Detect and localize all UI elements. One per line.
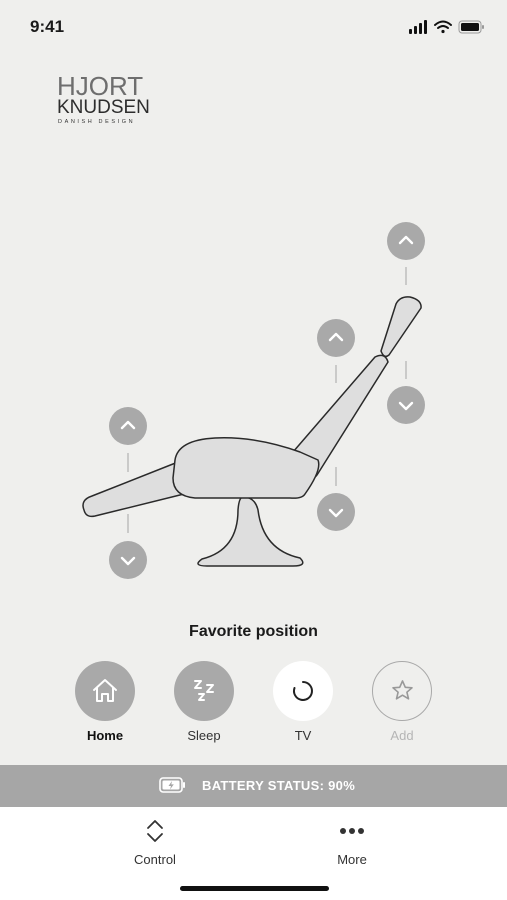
headrest-up-button[interactable] [387, 222, 425, 260]
favorite-position-title: Favorite position [189, 623, 318, 640]
preset-tv-button[interactable] [273, 661, 333, 721]
preset-home-button[interactable] [75, 661, 135, 721]
tab-control-label: Control [134, 852, 176, 867]
status-time: 9:41 [30, 17, 65, 36]
brand-logo: HJORT KNUDSEN DANISH DESIGN [57, 71, 167, 130]
star-icon [391, 680, 413, 700]
chevron-up-icon [398, 235, 414, 245]
chair-base [197, 496, 304, 567]
logo-line-1: HJORT [57, 71, 144, 101]
battery-charging-icon [159, 777, 185, 793]
chair-footrest [82, 461, 189, 518]
sleep-icon [194, 680, 214, 701]
battery-status-icon [458, 20, 484, 34]
chair-illustration [82, 267, 422, 567]
chevron-up-icon [328, 332, 344, 342]
backrest-down-button[interactable] [317, 493, 355, 531]
wifi-icon [434, 20, 452, 34]
logo-line-3: DANISH DESIGN [58, 119, 136, 125]
preset-home-label: Home [86, 728, 124, 743]
home-indicator[interactable] [180, 886, 329, 891]
chevron-down-icon [398, 401, 414, 411]
preset-add-button[interactable] [372, 661, 432, 721]
chevron-up-icon [120, 420, 136, 430]
tab-control[interactable]: Control [105, 819, 205, 867]
chevron-down-icon [328, 508, 344, 518]
battery-status-text: BATTERY STATUS: 90% [202, 778, 356, 793]
status-bar: 9:41 [0, 0, 507, 50]
more-dots-icon [340, 828, 364, 834]
chevron-down-icon [120, 556, 136, 566]
logo-line-2: KNUDSEN [57, 97, 150, 118]
preset-sleep-label: Sleep [187, 728, 221, 743]
backrest-up-button[interactable] [317, 319, 355, 357]
preset-home[interactable]: Home [75, 661, 135, 743]
preset-sleep[interactable]: Sleep [174, 661, 234, 743]
spinner-icon [293, 681, 313, 701]
tab-more-label: More [337, 852, 367, 867]
preset-tv-label: TV [294, 728, 312, 743]
tab-more[interactable]: More [302, 819, 402, 867]
signal-icon [409, 20, 427, 34]
home-icon [93, 679, 117, 702]
updown-icon [147, 820, 163, 842]
chair-headrest [380, 296, 422, 358]
status-icons [409, 20, 484, 34]
battery-status-bar: BATTERY STATUS: 90% [0, 765, 507, 807]
footrest-up-button[interactable] [109, 407, 147, 445]
preset-tv[interactable]: TV [273, 661, 333, 743]
preset-add[interactable]: Add [372, 661, 432, 743]
preset-sleep-button[interactable] [174, 661, 234, 721]
preset-add-label: Add [390, 728, 414, 743]
headrest-down-button[interactable] [387, 386, 425, 424]
footrest-down-button[interactable] [109, 541, 147, 579]
